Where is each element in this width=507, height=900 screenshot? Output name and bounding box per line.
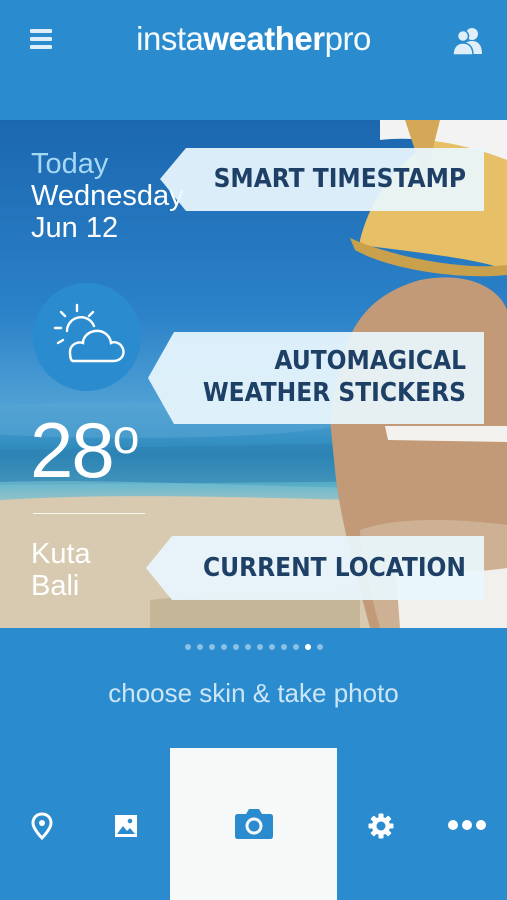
choose-skin-prompt: choose skin & take photo — [108, 678, 399, 708]
page-dot[interactable] — [244, 644, 251, 650]
nav-gallery[interactable] — [84, 748, 170, 900]
app-header — [0, 0, 507, 120]
page-dot[interactable] — [256, 644, 263, 650]
location-pin-icon — [31, 812, 53, 840]
page-dot[interactable] — [292, 644, 299, 650]
image-gallery-icon — [115, 815, 137, 837]
nav-location[interactable] — [0, 748, 84, 900]
weather-badge — [33, 283, 141, 391]
gear-icon — [368, 813, 394, 839]
location-block: Kuta Bali — [31, 538, 91, 602]
page-dot[interactable] — [196, 644, 203, 650]
temperature: 28o — [30, 406, 140, 494]
friends-icon[interactable] — [451, 24, 485, 58]
callout-current-location: CURRENT LOCATION — [146, 536, 484, 600]
page-dot[interactable] — [280, 644, 287, 650]
page-dot[interactable] — [304, 644, 311, 650]
camera-icon — [235, 809, 273, 839]
callout-weather-stickers: AUTOMAGICAL WEATHER STICKERS — [148, 332, 484, 424]
app-logo: instaweatherpro — [136, 20, 371, 57]
region-label: Bali — [31, 570, 80, 602]
page-dot[interactable] — [208, 644, 215, 650]
page-indicator[interactable] — [0, 644, 507, 650]
more-dots-icon — [448, 820, 486, 830]
page-dot[interactable] — [268, 644, 275, 650]
date-label: Jun 12 — [31, 212, 119, 244]
page-dot[interactable] — [316, 644, 323, 650]
partly-cloudy-icon — [53, 303, 125, 363]
page-dot[interactable] — [220, 644, 227, 650]
page-dot[interactable] — [232, 644, 239, 650]
callout-smart-timestamp: SMART TIMESTAMP — [160, 148, 484, 211]
divider — [33, 513, 145, 514]
degree-symbol: o — [112, 411, 140, 464]
nav-settings[interactable] — [337, 748, 423, 900]
city-label: Kuta — [31, 538, 91, 570]
nav-camera[interactable] — [170, 748, 337, 900]
nav-more[interactable] — [423, 748, 507, 900]
callout-stickers-line2: WEATHER STICKERS — [202, 378, 466, 408]
callout-stickers-line1: AUTOMAGICAL — [274, 346, 466, 376]
page-dot[interactable] — [184, 644, 191, 650]
